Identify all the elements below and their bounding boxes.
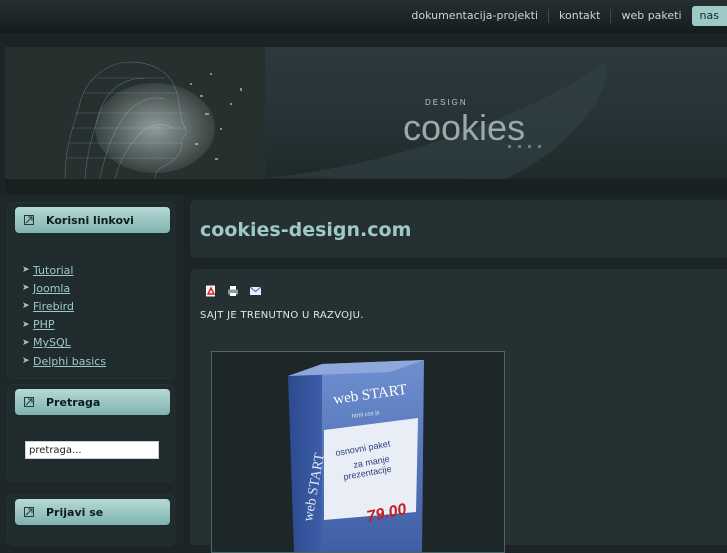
nav-link-web-paketi[interactable]: web paketi <box>611 9 691 23</box>
main-content: cookies-design.com SAJT JE TRENUTNO U RA… <box>188 200 727 553</box>
web-start-box-graphic: web START html css js osnovni paket za m… <box>288 360 424 552</box>
login-module: Prijavi se <box>8 495 174 545</box>
search-module-title: Pretraga <box>46 395 101 409</box>
pdf-icon[interactable] <box>205 282 217 297</box>
search-module-header: Pretraga <box>15 389 170 415</box>
link-mysql[interactable]: MySQL <box>33 336 71 349</box>
top-navigation: dokumentacija-projekti kontakt web paket… <box>401 6 727 26</box>
article-tools <box>205 282 262 297</box>
links-module: Korisni linkovi ➤ Tutorial ➤ Joomla ➤ Fireb… <box>8 203 174 378</box>
logo-cookies-text: cookies <box>403 107 525 148</box>
nav-link-dokumentacija[interactable]: dokumentacija-projekti <box>401 9 550 23</box>
product-image[interactable]: web START html css js osnovni paket za m… <box>211 351 505 553</box>
site-logo[interactable]: DESIGN cookies <box>403 93 573 153</box>
bullet-arrow-icon: ➤ <box>22 356 30 367</box>
list-item: ➤ Joomla <box>22 279 106 297</box>
link-firebird[interactable]: Firebird <box>33 300 74 313</box>
link-php[interactable]: PHP <box>33 318 55 331</box>
list-item: ➤ MySQL <box>22 334 106 352</box>
arrow-icon <box>24 397 34 407</box>
logo-design-text: DESIGN <box>425 98 468 107</box>
page-title: cookies-design.com <box>200 219 412 241</box>
link-delphi-basics[interactable]: Delphi basics <box>33 355 106 368</box>
list-item: ➤ Tutorial <box>22 261 106 279</box>
print-icon[interactable] <box>227 282 239 296</box>
links-module-header: Korisni linkovi <box>15 207 170 233</box>
header-banner: DESIGN cookies <box>5 33 727 195</box>
list-item: ➤ Firebird <box>22 297 106 315</box>
list-item: ➤ Delphi basics <box>22 352 106 370</box>
arrow-icon <box>24 507 34 517</box>
bullet-arrow-icon: ➤ <box>22 265 30 276</box>
link-joomla[interactable]: Joomla <box>33 282 70 295</box>
search-input[interactable] <box>25 441 159 459</box>
email-icon[interactable] <box>249 282 262 295</box>
bullet-arrow-icon: ➤ <box>22 319 30 330</box>
bullet-arrow-icon: ➤ <box>22 301 30 312</box>
status-message: SAJT JE TRENUTNO U RAZVOJU. <box>200 310 364 321</box>
article-box: SAJT JE TRENUTNO U RAZVOJU. web START ht… <box>190 269 727 553</box>
nav-link-kontakt[interactable]: kontakt <box>549 9 612 23</box>
bullet-arrow-icon: ➤ <box>22 337 30 348</box>
title-box: cookies-design.com <box>190 200 727 258</box>
link-tutorial[interactable]: Tutorial <box>33 264 73 277</box>
links-module-title: Korisni linkovi <box>46 213 134 227</box>
left-sidebar: Korisni linkovi ➤ Tutorial ➤ Joomla ➤ Fireb… <box>0 195 183 545</box>
bullet-arrow-icon: ➤ <box>22 283 30 294</box>
top-bar: dokumentacija-projekti kontakt web paket… <box>0 0 727 33</box>
list-item: ➤ PHP <box>22 316 106 334</box>
banner-swoosh-graphic <box>265 63 607 179</box>
login-module-title: Prijavi se <box>46 505 104 519</box>
links-list: ➤ Tutorial ➤ Joomla ➤ Firebird ➤ PHP ➤ MySQL … <box>22 261 106 370</box>
search-module: Pretraga <box>8 385 174 481</box>
nav-link-active[interactable]: nas <box>691 6 727 26</box>
login-module-header: Prijavi se <box>15 499 170 525</box>
arrow-icon <box>24 215 34 225</box>
